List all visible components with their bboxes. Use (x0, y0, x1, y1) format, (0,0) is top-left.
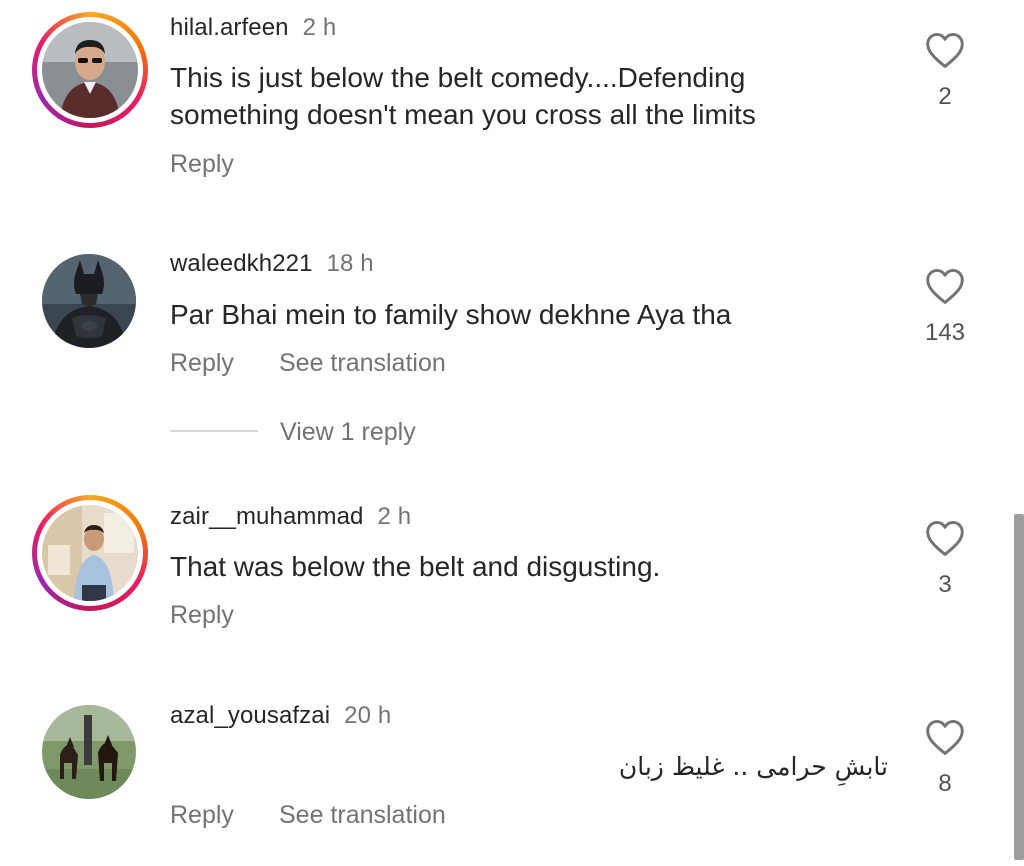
like-count: 2 (938, 83, 952, 110)
like-count: 3 (938, 571, 952, 598)
timestamp: 2 h (302, 14, 337, 41)
comment-text: Par Bhai mein to family show dekhne Aya … (170, 299, 732, 330)
comment-text: تابشِ حرامی .. غلیظ زبان (618, 752, 888, 781)
username-text[interactable]: zair__muhammad (170, 503, 363, 530)
profile-photo-icon (42, 22, 138, 118)
reply-button[interactable]: Reply (170, 601, 234, 630)
like-heart-icon[interactable] (924, 718, 966, 756)
view-replies-button[interactable]: View 1 reply (280, 418, 416, 447)
avatar (42, 505, 138, 601)
batman-avatar-icon (42, 254, 136, 348)
scrollbar[interactable] (1014, 514, 1024, 860)
username-text[interactable]: waleedkh221 (170, 250, 313, 277)
profile-photo-indoor-icon (42, 505, 138, 601)
avatar[interactable] (42, 254, 136, 348)
username[interactable]: waleedkh221 18 h (170, 250, 374, 278)
timestamp: 18 h (326, 250, 374, 277)
comment-text: That was below the belt and disgusting. (170, 551, 661, 582)
like-heart-icon[interactable] (924, 519, 966, 557)
reply-button[interactable]: Reply (170, 150, 234, 179)
avatar[interactable] (42, 705, 136, 799)
reply-button[interactable]: Reply (170, 349, 234, 378)
see-translation-button[interactable]: See translation (279, 349, 446, 378)
avatar-story-ring[interactable] (32, 495, 148, 611)
username-text[interactable]: azal_yousafzai (170, 702, 330, 729)
like-heart-icon[interactable] (924, 31, 966, 69)
reply-button[interactable]: Reply (170, 801, 234, 830)
like-count: 8 (938, 770, 952, 797)
username[interactable]: hilal.arfeen 2 h (170, 14, 336, 42)
username-text[interactable]: hilal.arfeen (170, 14, 289, 41)
like-count: 143 (924, 319, 966, 346)
timestamp: 20 h (344, 702, 392, 729)
see-translation-button[interactable]: See translation (279, 801, 446, 830)
username[interactable]: azal_yousafzai 20 h (170, 702, 391, 730)
comment-text: This is just below the belt comedy....De… (170, 62, 756, 130)
avatar (42, 22, 138, 118)
timestamp: 2 h (377, 503, 412, 530)
username[interactable]: zair__muhammad 2 h (170, 503, 411, 531)
view-replies-divider (170, 430, 258, 432)
dogs-photo-icon (42, 705, 136, 799)
avatar-story-ring[interactable] (32, 12, 148, 128)
like-heart-icon[interactable] (924, 267, 966, 305)
